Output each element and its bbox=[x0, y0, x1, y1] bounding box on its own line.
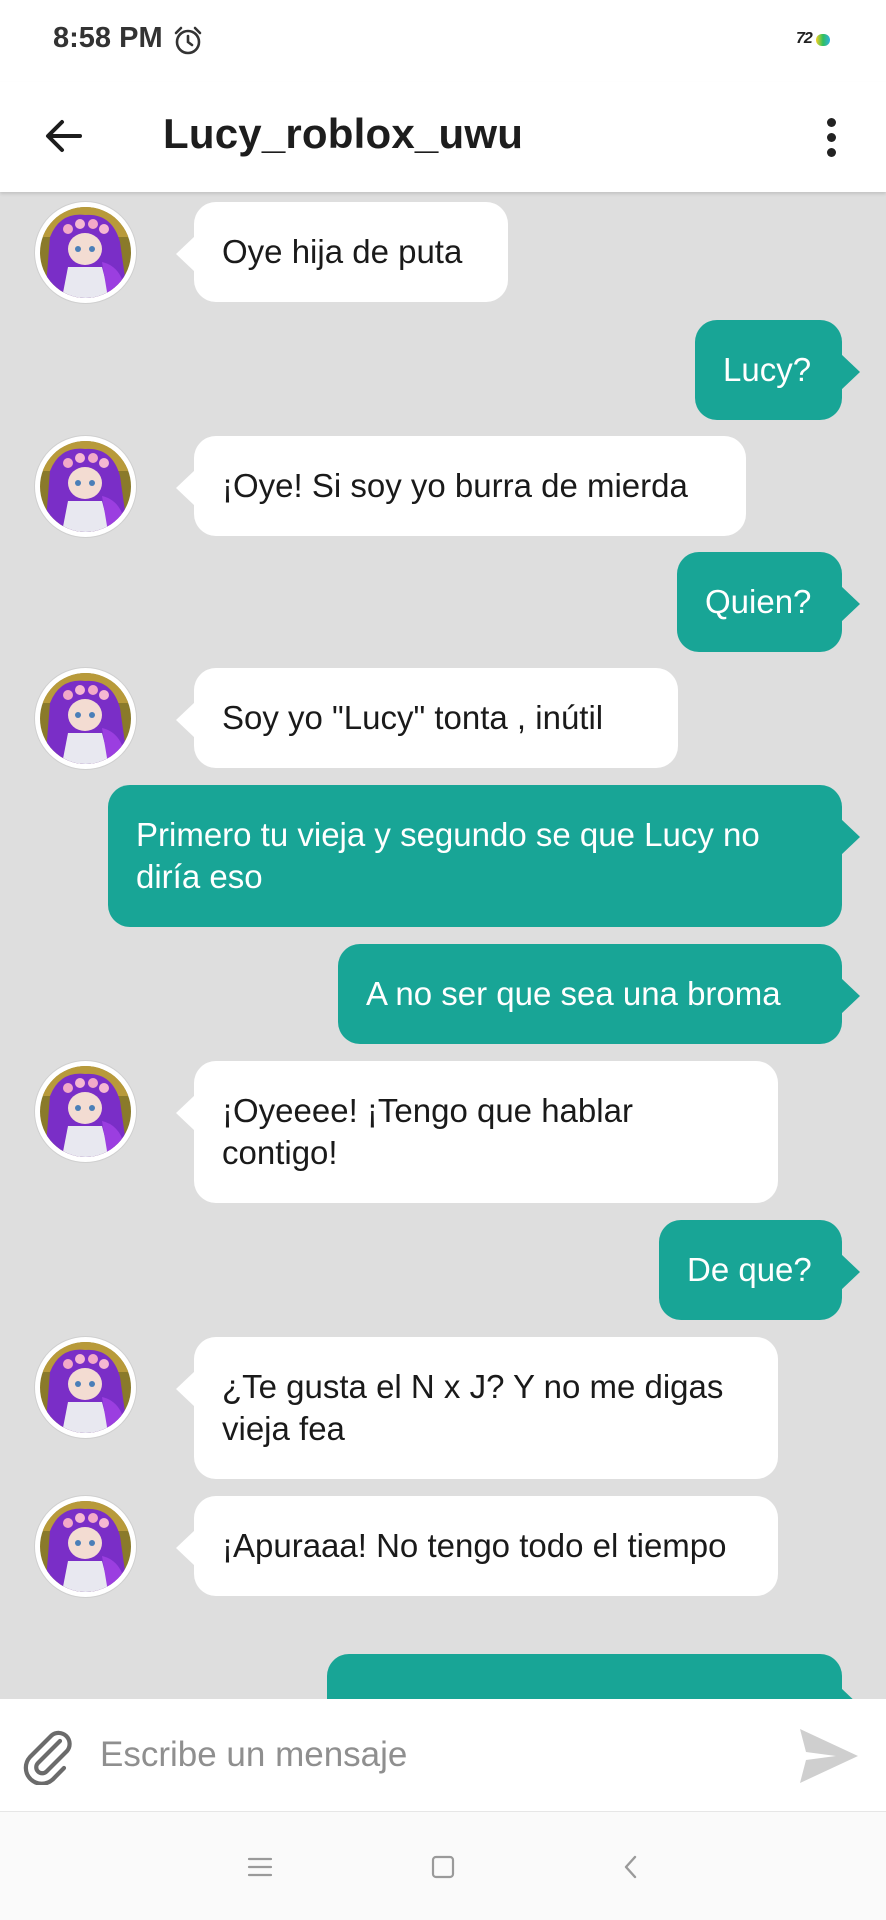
battery-label: 72 bbox=[796, 30, 813, 47]
status-time: 8:58 PM bbox=[53, 22, 163, 54]
avatar-image bbox=[40, 1342, 131, 1433]
message-text: ¡Oyeeee! ¡Tengo que hablar contigo! bbox=[222, 1092, 633, 1171]
more-vertical-dot bbox=[826, 132, 836, 142]
message-input[interactable] bbox=[100, 1725, 760, 1785]
message-bubble-incoming[interactable]: ¡Apuraaa! No tengo todo el tiempo bbox=[176, 1496, 778, 1596]
message-bubble-incoming[interactable]: ¡Oyeeee! ¡Tengo que hablar contigo! bbox=[176, 1061, 778, 1203]
nav-menu-icon bbox=[247, 1857, 273, 1877]
avatar-image bbox=[40, 1501, 131, 1592]
avatar[interactable] bbox=[35, 668, 136, 769]
nav-back-button[interactable] bbox=[614, 1850, 648, 1884]
paperclip-icon[interactable] bbox=[20, 1727, 78, 1785]
message-text: ¡Oye! Si soy yo burra de mierda bbox=[222, 467, 688, 504]
message-bubble-outgoing[interactable]: A no ser que sea una broma bbox=[338, 944, 860, 1044]
alarm-clock-icon bbox=[174, 26, 202, 55]
chat-title[interactable]: Lucy_roblox_uwu bbox=[163, 110, 523, 158]
message-composer bbox=[0, 1699, 886, 1812]
message-text: A no ser que sea una broma bbox=[366, 975, 781, 1012]
message-bubble-incoming[interactable]: ¿Te gusta el N x J? Y no me digas vieja … bbox=[176, 1337, 778, 1479]
message-bubble-incoming[interactable]: Oye hija de puta bbox=[176, 202, 508, 302]
message-bubble-incoming[interactable]: ¡Oye! Si soy yo burra de mierda bbox=[176, 436, 746, 536]
status-bar: 8:58 PM 72 bbox=[0, 0, 886, 82]
message-text: Primero tu vieja y segundo se que Lucy n… bbox=[136, 816, 760, 895]
message-text: Lucy? bbox=[723, 351, 812, 388]
message-text: Quien? bbox=[705, 583, 812, 620]
avatar[interactable] bbox=[35, 202, 136, 303]
back-button[interactable] bbox=[38, 106, 90, 166]
send-icon[interactable] bbox=[796, 1723, 862, 1789]
message-list[interactable]: Oye hija de puta Lucy? ¡Oye! Si soy yo b… bbox=[0, 192, 886, 1699]
nav-home-icon bbox=[431, 1855, 455, 1879]
message-text: ¿Te gusta el N x J? Y no me digas vieja … bbox=[222, 1368, 724, 1447]
nav-home-button[interactable] bbox=[426, 1850, 460, 1884]
message-bubble-outgoing[interactable]: Primero tu vieja y segundo se que Lucy n… bbox=[108, 785, 860, 927]
avatar[interactable] bbox=[35, 436, 136, 537]
avatar[interactable] bbox=[35, 1496, 136, 1597]
message-text: Oye hija de puta bbox=[222, 233, 463, 270]
more-vertical-dot bbox=[826, 147, 836, 157]
battery-indicator: 72 bbox=[796, 30, 834, 50]
message-text: Soy yo "Lucy" tonta , inútil bbox=[222, 699, 604, 736]
message-bubble-outgoing-partial[interactable] bbox=[327, 1654, 860, 1699]
chat-header: Lucy_roblox_uwu bbox=[0, 82, 886, 192]
more-options-button[interactable] bbox=[818, 107, 844, 167]
message-bubble-outgoing[interactable]: Quien? bbox=[677, 552, 860, 652]
avatar[interactable] bbox=[35, 1337, 136, 1438]
nav-menu-button[interactable] bbox=[243, 1850, 277, 1884]
nav-back-icon bbox=[624, 1855, 637, 1879]
message-bubble-incoming[interactable]: Soy yo "Lucy" tonta , inútil bbox=[176, 668, 678, 768]
message-text: De que? bbox=[687, 1251, 812, 1288]
system-nav-bar bbox=[0, 1812, 886, 1920]
avatar-image bbox=[40, 441, 131, 532]
avatar[interactable] bbox=[35, 1061, 136, 1162]
avatar-image bbox=[40, 207, 131, 298]
battery-icon bbox=[816, 34, 830, 46]
message-bubble-outgoing[interactable]: Lucy? bbox=[695, 320, 860, 420]
more-vertical-icon bbox=[826, 117, 836, 127]
avatar-image bbox=[40, 673, 131, 764]
avatar-image bbox=[40, 1066, 131, 1157]
message-text: ¡Apuraaa! No tengo todo el tiempo bbox=[222, 1527, 727, 1564]
message-bubble-outgoing[interactable]: De que? bbox=[659, 1220, 860, 1320]
arrow-left-icon bbox=[46, 120, 82, 152]
